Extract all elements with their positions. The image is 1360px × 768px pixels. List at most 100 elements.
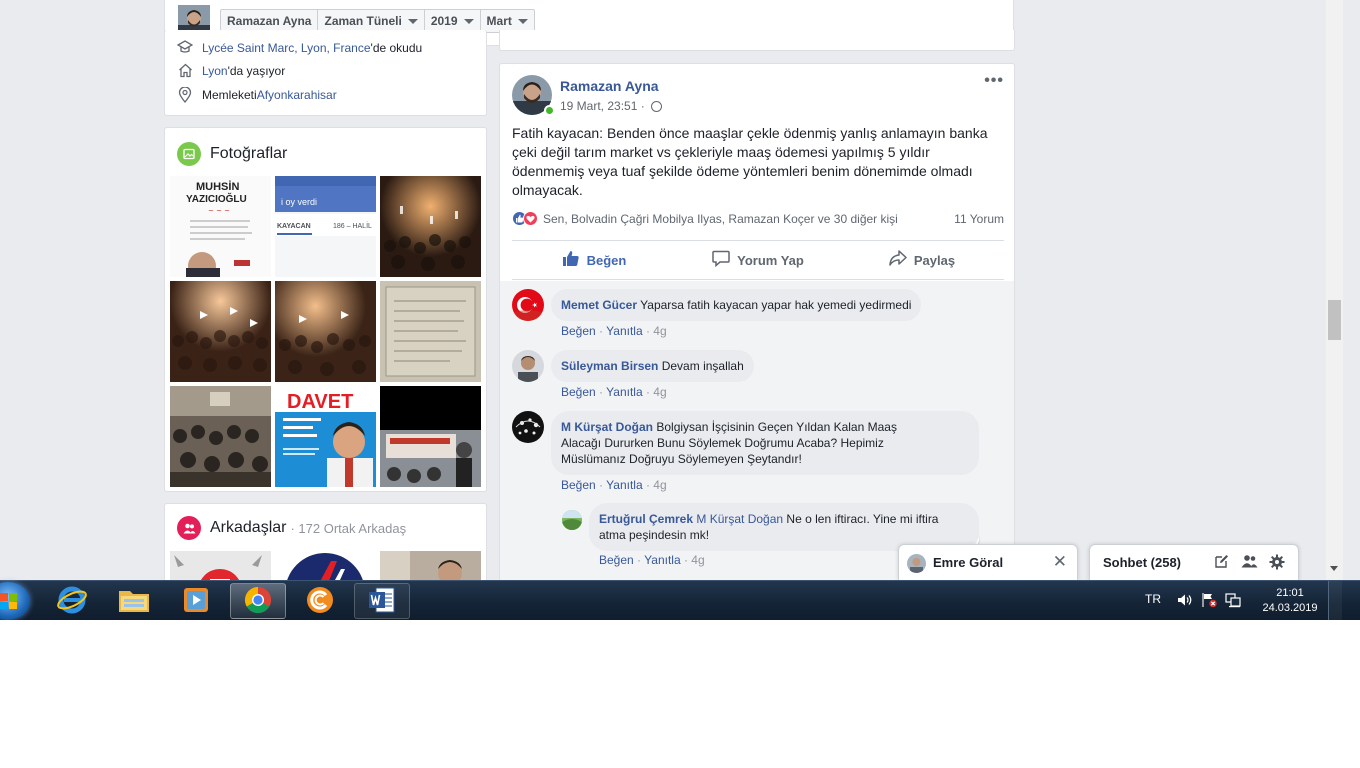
breadcrumb-month-dropdown[interactable]: Mart (481, 10, 534, 32)
breadcrumb-name[interactable]: Ramazan Ayna (221, 10, 319, 32)
mention-link[interactable]: M Kürşat Doğan (696, 512, 783, 526)
post-timestamp[interactable]: 19 Mart, 23:51 · (560, 99, 645, 113)
photo-1-line-1: MUHSİN (196, 180, 239, 193)
comment-age[interactable]: 4g (653, 324, 666, 338)
folder-icon (117, 585, 151, 618)
chrome-icon (243, 585, 273, 618)
chat-contact-name: Emre Göral (933, 555, 1004, 570)
scrollbar-thumb[interactable] (1328, 300, 1341, 340)
vertical-scrollbar[interactable] (1326, 0, 1343, 580)
photo-thumbnail[interactable]: i oy verdi KAYACAN 186 – HALİL (275, 176, 376, 277)
breadcrumb-section-dropdown[interactable]: Zaman Tüneli (318, 10, 425, 32)
taskbar-media-player[interactable] (168, 583, 224, 619)
commenter-name[interactable]: Memet Gücer (561, 298, 637, 312)
friend-thumbnail[interactable] (170, 551, 271, 580)
commenter-name[interactable]: Süleyman Birsen (561, 359, 658, 373)
taskbar-app-c[interactable] (292, 583, 348, 619)
like-button[interactable]: Beğen (512, 241, 676, 279)
school-link[interactable]: Lycée Saint Marc, Lyon, France (202, 41, 371, 55)
photos-header[interactable]: Fotoğraflar (177, 142, 287, 166)
language-indicator[interactable]: TR (1145, 592, 1161, 606)
comment-age[interactable]: 4g (691, 553, 704, 567)
photo-thumbnail[interactable] (275, 281, 376, 382)
internet-explorer-icon (56, 584, 88, 619)
intro-card: Lycée Saint Marc, Lyon, France'de okudu … (164, 30, 487, 116)
comment-button-label: Yorum Yap (737, 252, 804, 268)
volume-icon[interactable] (1177, 593, 1193, 610)
photo-thumbnail[interactable] (380, 281, 481, 382)
lives-link[interactable]: Lyon (202, 64, 228, 78)
share-button[interactable]: Paylaş (840, 241, 1004, 279)
gear-icon[interactable] (1269, 554, 1285, 573)
comment-like-link[interactable]: Beğen (561, 478, 596, 492)
photo-thumbnail[interactable] (170, 281, 271, 382)
commenter-avatar[interactable] (512, 350, 544, 382)
comment-age[interactable]: 4g (653, 385, 666, 399)
comment-reply-link[interactable]: Yanıtla (606, 385, 642, 399)
compose-icon[interactable] (1214, 554, 1229, 572)
commenter-avatar[interactable] (562, 510, 582, 530)
comment-text-line: atma peşindesin mk! (599, 528, 710, 542)
hometown-link[interactable]: Afyonkarahisar (257, 88, 337, 102)
chat-tab[interactable]: Emre Göral ✕ (898, 544, 1078, 580)
photo-thumbnail[interactable] (170, 386, 271, 487)
friend-thumbnail[interactable] (275, 551, 376, 580)
taskbar-internet-explorer[interactable] (44, 583, 100, 619)
commenter-name[interactable]: M Kürşat Doğan (561, 420, 653, 434)
group-icon[interactable] (1241, 554, 1258, 571)
photo-thumbnail[interactable]: DAVET (275, 386, 376, 487)
comment-bubble: M Kürşat Doğan Bolgiysan İşçisinin Geçen… (551, 411, 979, 475)
breadcrumb-year-label: 2019 (430, 14, 458, 28)
comment-like-link[interactable]: Beğen (561, 385, 596, 399)
graduation-cap-icon (176, 40, 194, 56)
system-clock[interactable]: 21:01 24.03.2019 (1258, 586, 1322, 616)
comment-reply-link[interactable]: Yanıtla (606, 324, 642, 338)
show-desktop-button[interactable] (1328, 581, 1342, 621)
commenter-avatar[interactable] (512, 411, 544, 443)
commenter-avatar[interactable] (512, 289, 544, 321)
close-icon[interactable]: ✕ (1053, 552, 1067, 572)
previous-post-edge (499, 30, 1015, 51)
taskbar-word[interactable] (354, 583, 410, 619)
like-button-label: Beğen (586, 252, 627, 268)
comment-reply-link[interactable]: Yanıtla (644, 553, 680, 567)
taskbar-chrome[interactable] (230, 583, 286, 619)
action-center-flag-icon[interactable] (1201, 592, 1217, 611)
comment-count[interactable]: 11 Yorum (954, 212, 1004, 226)
clock-date: 24.03.2019 (1262, 602, 1318, 614)
comment-bubble: Memet Gücer Yaparsa fatih kayacan yapar … (551, 289, 922, 321)
friends-header[interactable]: Arkadaşlar · 172 Ortak Arkadaş (177, 516, 406, 540)
network-icon[interactable] (1225, 592, 1241, 611)
more-options-icon[interactable]: ••• (984, 72, 1004, 90)
friends-title: Arkadaşlar (210, 519, 287, 536)
comment-age[interactable]: 4g (653, 478, 666, 492)
post-author-name[interactable]: Ramazan Ayna (560, 78, 659, 94)
chat-sidebar-tab[interactable]: Sohbet (258) (1089, 544, 1299, 580)
reactions-names[interactable]: Sen, Bolvadin Çağri Mobilya Ilyas, Ramaz… (543, 212, 898, 226)
reactions-summary[interactable]: Sen, Bolvadin Çağri Mobilya Ilyas, Ramaz… (512, 211, 1004, 226)
photo-thumbnail[interactable] (380, 176, 481, 277)
comment-like-link[interactable]: Beğen (599, 553, 634, 567)
windows-taskbar: TR 21:01 24.03.2019 (0, 580, 1360, 621)
friend-thumbnail[interactable] (380, 551, 481, 580)
intro-hometown: Memleketi Afyonkarahisar (177, 86, 337, 104)
commenter-name[interactable]: Ertuğrul Çemrek (599, 512, 693, 526)
photo-2-number-text: 186 – HALİL (333, 221, 372, 230)
lives-suffix: 'da yaşıyor (227, 64, 286, 78)
comment-reply-link[interactable]: Yanıtla (606, 478, 642, 492)
chevron-down-icon (407, 18, 418, 24)
thumbs-up-icon (562, 250, 580, 271)
friends-mutual-count: · 172 Ortak Arkadaş (290, 520, 407, 536)
share-arrow-icon (889, 250, 907, 270)
breadcrumb-year-dropdown[interactable]: 2019 (425, 10, 481, 32)
start-button[interactable] (0, 582, 30, 620)
scroll-down-arrow-icon[interactable] (1330, 566, 1338, 571)
post-card: Ramazan Ayna 19 Mart, 23:51 · ••• Fatih … (499, 63, 1015, 580)
photo-thumbnail[interactable]: MUHSİN YAZICIOĞLU ~ ~ ~ (170, 176, 271, 277)
comment-button[interactable]: Yorum Yap (676, 241, 840, 279)
comment-like-link[interactable]: Beğen (561, 324, 596, 338)
taskbar-file-explorer[interactable] (106, 583, 162, 619)
comment-text-line: Müslümanız Doğruyu Söylemeyen Şeytandır! (561, 452, 802, 466)
photo-thumbnail[interactable] (380, 386, 481, 487)
chat-sidebar-label: Sohbet (258) (1103, 555, 1182, 570)
